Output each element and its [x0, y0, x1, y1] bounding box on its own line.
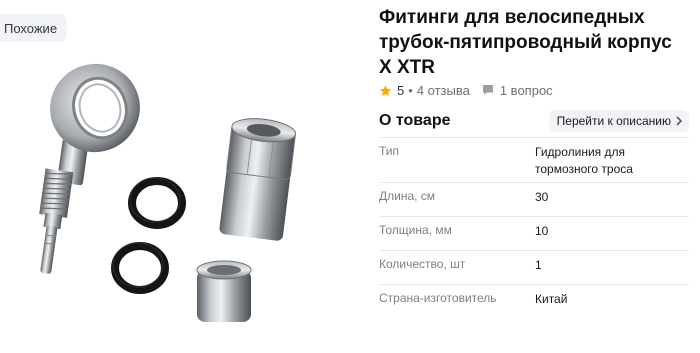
similar-label: Похожие: [4, 20, 58, 36]
similar-button[interactable]: Похожие: [0, 14, 68, 42]
star-icon: [379, 84, 392, 96]
product-gallery[interactable]: Похожие: [0, 0, 360, 353]
o-ring-upper: [128, 177, 186, 229]
separator-dot: •: [408, 82, 413, 98]
about-title: О товаре: [379, 112, 451, 129]
hex-sleeve: [219, 118, 297, 241]
rating-value: 5: [397, 82, 405, 98]
spec-row: Страна-изготовитель Китай: [379, 284, 689, 319]
spec-name: Страна-изготовитель: [379, 291, 497, 305]
questions-link[interactable]: 1 вопрос: [500, 83, 553, 98]
spec-name: Количество, шт: [379, 257, 466, 271]
go-to-description-label: Перейти к описанию: [556, 114, 671, 128]
compression-olive: [196, 260, 252, 322]
spec-row: Толщина, мм 10: [379, 216, 689, 251]
product-title: Фитинги для велосипедных трубок-пятипров…: [379, 7, 672, 78]
about-header: О товаре Перейти к описанию: [379, 109, 689, 133]
chevron-right-icon: [676, 116, 683, 126]
spec-value: Китай: [535, 292, 568, 306]
question-bubble-icon: [482, 85, 493, 95]
banjo-fitting: [39, 63, 140, 274]
product-image[interactable]: [0, 0, 360, 353]
spec-value: 10: [535, 224, 549, 238]
spec-row: Тип Гидролиния для тормозного троса: [379, 137, 689, 183]
go-to-description-button[interactable]: Перейти к описанию: [548, 110, 689, 132]
spec-row: Количество, шт 1: [379, 250, 689, 285]
spec-value: 1: [535, 258, 542, 272]
reviews-link[interactable]: 4 отзыва: [417, 83, 470, 98]
spec-value: Гидролиния для тормозного троса: [535, 145, 633, 176]
spec-row: Длина, см 30: [379, 182, 689, 217]
o-ring-lower: [111, 242, 169, 294]
rating-row: 5 • 4 отзыва 1 вопрос: [379, 81, 553, 99]
spec-name: Длина, см: [379, 189, 436, 203]
spec-name: Тип: [379, 144, 400, 158]
spec-value: 30: [535, 190, 549, 204]
spec-name: Толщина, мм: [379, 223, 452, 237]
